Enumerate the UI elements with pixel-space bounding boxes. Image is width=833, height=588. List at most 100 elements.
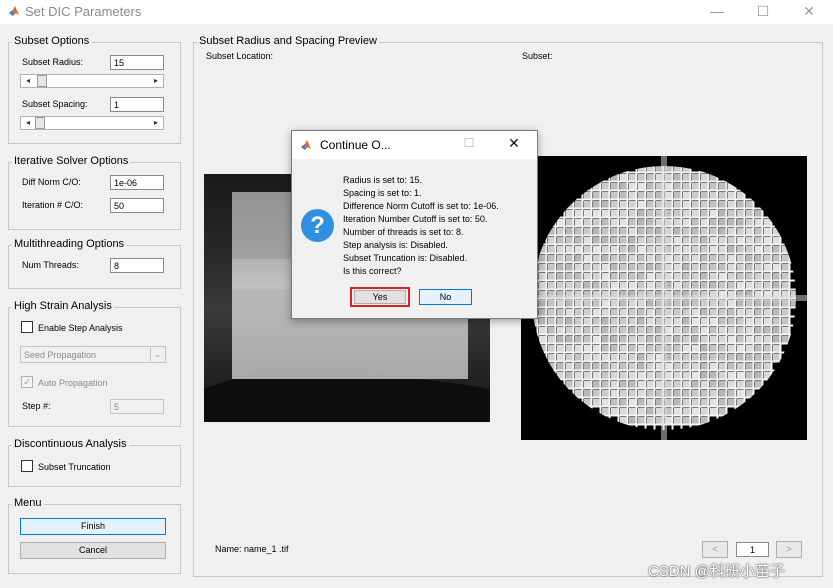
cancel-button[interactable]: Cancel	[20, 542, 166, 559]
chevron-down-icon[interactable]: ⌄	[150, 348, 164, 361]
subset-cell	[629, 273, 636, 280]
dialog-line-radius: Radius is set to: 15.	[343, 175, 423, 185]
subset-cell	[557, 336, 564, 343]
subset-cell	[710, 408, 717, 415]
next-image-button[interactable]: >	[776, 541, 802, 558]
subset-cell	[674, 219, 681, 226]
slider-left-arrow-icon[interactable]: ◂	[22, 75, 34, 87]
subset-cell	[755, 309, 762, 316]
iteration-cutoff-input[interactable]: 50	[110, 198, 164, 213]
subset-cell	[548, 246, 555, 253]
subset-cell	[611, 237, 618, 244]
subset-cell	[764, 327, 771, 334]
subset-cell	[611, 345, 618, 352]
subset-cell	[575, 246, 582, 253]
subset-cell	[620, 219, 627, 226]
subset-cell	[638, 183, 645, 190]
question-icon: ?	[301, 209, 334, 242]
subset-cell	[683, 327, 690, 334]
minimize-button[interactable]: —	[694, 0, 740, 24]
subset-cell	[620, 174, 627, 181]
subset-cell	[566, 345, 573, 352]
enable-step-analysis-checkbox[interactable]	[21, 321, 33, 333]
subset-cell	[611, 354, 618, 361]
subset-cell	[701, 399, 708, 406]
subset-cell	[701, 327, 708, 334]
subset-cell	[674, 318, 681, 325]
subset-cell	[638, 381, 645, 388]
subset-cell	[584, 282, 591, 289]
subset-cell	[764, 309, 771, 316]
subset-cell	[638, 399, 645, 406]
subset-location-label: Subset Location:	[206, 51, 274, 61]
subset-truncation-checkbox[interactable]	[21, 460, 33, 472]
subset-radius-input[interactable]: 15	[110, 55, 164, 70]
menu-title: Menu	[12, 497, 44, 509]
subset-cell	[584, 354, 591, 361]
subset-cell	[755, 372, 762, 379]
slider-right-arrow-icon[interactable]: ▸	[150, 75, 162, 87]
subset-cell	[701, 273, 708, 280]
num-threads-input[interactable]: 8	[110, 258, 164, 273]
subset-cell	[701, 210, 708, 217]
subset-cell	[737, 192, 744, 199]
subset-cell	[620, 354, 627, 361]
dialog-line-threads: Number of threads is set to: 8.	[343, 227, 464, 237]
dialog-close-button[interactable]: ✕	[501, 135, 527, 155]
subset-label: Subset:	[522, 51, 553, 61]
finish-button[interactable]: Finish	[20, 518, 166, 535]
subset-cell	[764, 237, 771, 244]
subset-cell	[773, 327, 780, 334]
dialog-maximize-button[interactable]: ☐	[457, 136, 481, 154]
subset-radius-slider[interactable]: ◂ ▸	[20, 74, 164, 88]
slider-left-arrow-icon[interactable]: ◂	[22, 117, 34, 129]
subset-cell	[584, 210, 591, 217]
image-number-input[interactable]: 1	[736, 542, 769, 557]
subset-cell	[755, 354, 762, 361]
auto-propagation-checkbox[interactable]: ✓	[21, 376, 33, 388]
subset-cell	[629, 363, 636, 370]
subset-cell	[737, 201, 744, 208]
slider-right-arrow-icon[interactable]: ▸	[150, 117, 162, 129]
subset-cell	[638, 237, 645, 244]
subset-cell	[701, 300, 708, 307]
subset-cell	[710, 309, 717, 316]
subset-cell	[647, 219, 654, 226]
subset-cell	[602, 246, 609, 253]
subset-cell	[710, 363, 717, 370]
prev-image-button[interactable]: <	[702, 541, 728, 558]
subset-cell	[719, 381, 726, 388]
subset-cell	[674, 273, 681, 280]
close-button[interactable]: ✕	[786, 0, 832, 24]
yes-button[interactable]: Yes	[354, 290, 406, 304]
subset-cell	[647, 201, 654, 208]
slider-thumb[interactable]	[37, 75, 47, 87]
subset-cell	[692, 273, 699, 280]
subset-cell	[692, 417, 699, 424]
subset-cell	[566, 237, 573, 244]
subset-cell	[566, 255, 573, 262]
subset-spacing-input[interactable]: 1	[110, 97, 164, 112]
subset-cell	[566, 372, 573, 379]
subset-spacing-slider[interactable]: ◂ ▸	[20, 116, 164, 130]
subset-cell	[746, 237, 753, 244]
subset-cell	[683, 174, 690, 181]
subset-cell	[557, 237, 564, 244]
subset-cell	[593, 390, 600, 397]
subset-cell	[773, 318, 780, 325]
subset-cell	[629, 381, 636, 388]
slider-thumb[interactable]	[35, 117, 45, 129]
subset-cell	[629, 417, 636, 424]
subset-cell	[647, 282, 654, 289]
subset-cell	[557, 246, 564, 253]
maximize-button[interactable]: ☐	[740, 0, 786, 24]
subset-cell	[701, 255, 708, 262]
subset-cell	[566, 264, 573, 271]
subset-cell	[674, 381, 681, 388]
no-button[interactable]: No	[419, 289, 472, 305]
step-number-input[interactable]: 5	[110, 399, 164, 414]
diff-norm-input[interactable]: 1e-06	[110, 175, 164, 190]
subset-cell	[710, 246, 717, 253]
seed-propagation-dropdown[interactable]: Seed Propagation ⌄	[20, 346, 166, 363]
diff-norm-label: Diff Norm C/O:	[22, 177, 81, 187]
